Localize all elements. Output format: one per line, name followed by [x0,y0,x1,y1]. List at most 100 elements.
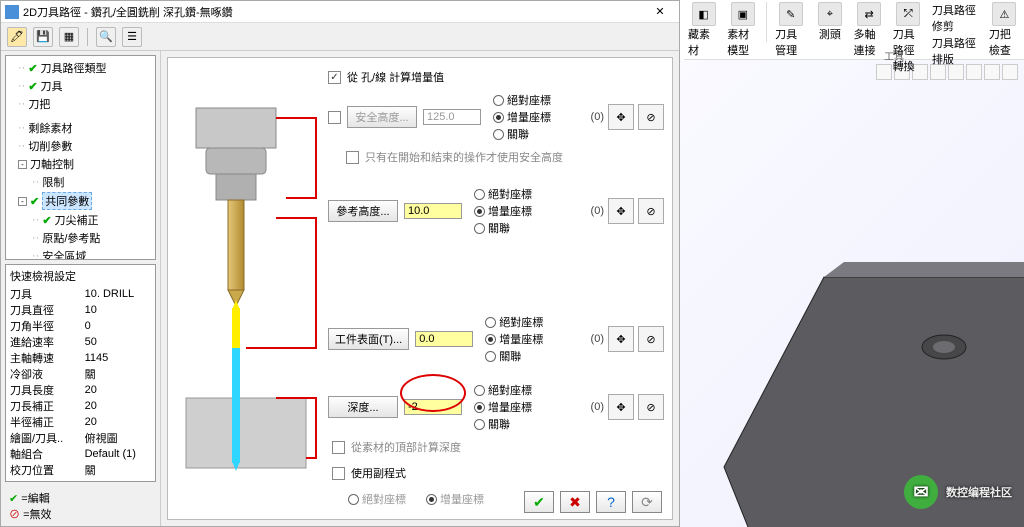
r-ref-abs[interactable]: 絕對座標 [474,186,532,202]
qv-label: 主軸轉速 [10,350,77,366]
r-safe-assoc[interactable]: 關聯 [493,126,551,142]
tree-item[interactable]: ··安全區域 [18,247,153,260]
dialog-title: 2D刀具路徑 - 鑽孔/全圓銑削 深孔鑽-無啄鑽 [23,4,233,20]
qv-label: 刀具 [10,286,77,302]
chk-calc-from-hole[interactable] [328,71,341,84]
ribbon-hide-stock[interactable]: ◧藏素材 [688,2,719,58]
viewport-3d[interactable] [644,60,1024,527]
val-top-stock[interactable]: 0.0 [415,331,473,347]
ribbon-tool-mgr[interactable]: ✎刀具管理 [775,2,806,58]
wechat-icon: ✉ [904,475,938,509]
vt-8[interactable] [1002,64,1018,80]
tb-find-icon[interactable]: 🔍 [96,27,116,47]
pick-safe-1[interactable]: ✥ [608,104,634,130]
r-sub-abs: 絕對座標 [348,491,406,507]
watermark: ✉ 数控编程社区 [904,475,1012,509]
tree-item[interactable]: ··原點/參考點 [18,229,153,247]
pick-safe-2[interactable]: ⊘ [638,104,664,130]
qv-label: 進給速率 [10,334,77,350]
btn-depth[interactable]: 深度... [328,396,398,418]
r-surf-inc[interactable]: 增量座標 [485,331,543,347]
qv-value: 20 [77,382,151,398]
qv-label: 刀長補正 [10,398,77,414]
tb-tool-icon[interactable]: 🖊 [7,27,27,47]
pick-depth-1[interactable]: ✥ [608,394,634,420]
qv-value: Default (1) [77,446,151,462]
r-safe-inc[interactable]: 增量座標 [493,109,551,125]
val-ref-height[interactable]: 10.0 [404,203,462,219]
tree-item[interactable]: ··限制 [18,173,153,191]
qv-label: 校刀位置 [10,462,77,478]
ribbon-trim[interactable]: 刀具路徑修剪 [932,2,981,34]
ribbon-transform[interactable]: ⤱刀具路徑轉換 [893,2,924,74]
help-button[interactable]: ? [596,491,626,513]
qv-label: 繪圖/刀具.. [10,430,77,446]
ribbon-probe[interactable]: ⌖測頭 [814,2,845,42]
ribbon-holder-check[interactable]: ⚠刀把檢查 [989,2,1020,58]
tb-preview-icon[interactable]: ▦ [59,27,79,47]
val-safe-height[interactable]: 125.0 [423,109,481,125]
ok-button[interactable]: ✔ [524,491,554,513]
dialog-toolbar: 🖊 💾 ▦ 🔍 ☰ [1,23,679,51]
ribbon: ◧藏素材 ▣素材模型 ✎刀具管理 ⌖測頭 ⇄多軸連接 ⤱刀具路徑轉換 刀具路徑修… [684,0,1024,60]
r-depth-abs[interactable]: 絕對座標 [474,382,532,398]
pick-ref-2[interactable]: ⊘ [638,198,664,224]
chk-safe-only-startend[interactable] [346,151,359,164]
vt-7[interactable] [984,64,1000,80]
ribbon-multiaxis[interactable]: ⇄多軸連接 [854,2,885,58]
tree-item[interactable]: ··✔刀具 [18,77,153,95]
pick-ref-1[interactable]: ✥ [608,198,634,224]
qv-value: 20 [77,414,151,430]
r-surf-assoc[interactable]: 關聯 [485,348,543,364]
pick-depth-2[interactable]: ⊘ [638,394,664,420]
tree-item[interactable]: -刀軸控制 [18,155,153,173]
quick-view: 快速檢視設定 刀具10. DRILL刀具直徑10刀角半徑0進給速率50主軸轉速1… [5,264,156,482]
vt-1[interactable] [876,64,892,80]
ribbon-nest[interactable]: 刀具路徑排版 [932,35,981,67]
pick-surf-2[interactable]: ⊘ [638,326,664,352]
r-ref-inc[interactable]: 增量座標 [474,203,532,219]
tb-opts-icon[interactable]: ☰ [122,27,142,47]
btn-ref-height[interactable]: 參考高度... [328,200,398,222]
titlebar: 2D刀具路徑 - 鑽孔/全圓銑削 深孔鑽-無啄鑽 ✕ [1,1,679,23]
close-button[interactable]: ✕ [645,3,675,21]
chk-use-sub[interactable] [332,467,345,480]
pick-surf-1[interactable]: ✥ [608,326,634,352]
tree-item[interactable]: ··切削參數 [18,137,153,155]
nav-tree[interactable]: ··✔刀具路徑類型··✔刀具··刀把 ··剩餘素材··切削參數-刀軸控制··限制-… [5,55,156,260]
app-icon [5,5,19,19]
ribbon-stock-model[interactable]: ▣素材模型 [727,2,758,58]
tb-save-icon[interactable]: 💾 [33,27,53,47]
r-surf-abs[interactable]: 絕對座標 [485,314,543,330]
tree-item[interactable]: ··✔刀尖補正 [18,211,153,229]
r-depth-assoc[interactable]: 關聯 [474,416,532,432]
ribbon-section-label: 工具 [884,48,904,63]
qv-value: 關 [77,462,151,478]
r-safe-abs[interactable]: 絕對座標 [493,92,551,108]
qv-label: 刀角半徑 [10,318,77,334]
val-depth[interactable]: -2 [404,399,462,415]
tree-item[interactable]: -✔共同參數 [18,191,153,211]
lbl-calc-from-hole: 從 孔/線 計算增量值 [347,69,444,85]
chk-depth-from-top[interactable] [332,441,345,454]
cancel-button[interactable]: ✖ [560,491,590,513]
chk-safe-height[interactable] [328,111,341,124]
tree-item[interactable]: ··刀把 [18,95,153,113]
qv-label: 刀具直徑 [10,302,77,318]
qv-value: 1145 [77,350,151,366]
qv-value: 10. DRILL [77,286,151,302]
r-depth-inc[interactable]: 增量座標 [474,399,532,415]
qv-label: 冷卻液 [10,366,77,382]
qv-label: 半徑補正 [10,414,77,430]
btn-safe-height[interactable]: 安全高度... [347,106,417,128]
r-ref-assoc[interactable]: 關聯 [474,220,532,236]
qv-value: 50 [77,334,151,350]
qv-value: 俯視圖 [77,430,151,446]
qv-label: 刀具長度 [10,382,77,398]
btn-top-stock[interactable]: 工件表面(T)... [328,328,409,350]
tree-item[interactable]: ··✔刀具路徑類型 [18,59,153,77]
qv-value: 0 [77,318,151,334]
regen-button[interactable]: ⟳ [632,491,662,513]
tree-item[interactable]: ··剩餘素材 [18,119,153,137]
params-panel: 從 孔/線 計算增量值 安全高度... 125.0 絕對座標 增量座標 關聯 ( [167,57,673,520]
